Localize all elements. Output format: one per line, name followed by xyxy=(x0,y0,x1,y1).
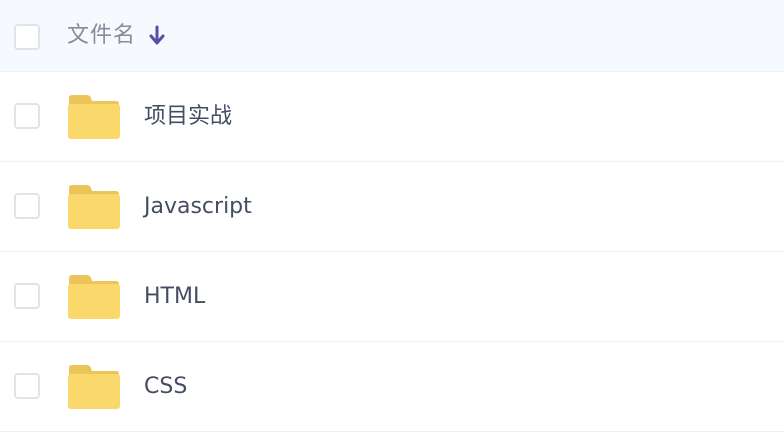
row-checkbox[interactable] xyxy=(14,373,40,399)
arrow-down-icon[interactable] xyxy=(148,24,166,48)
list-item[interactable]: Javascript xyxy=(0,162,784,252)
file-name[interactable]: CSS xyxy=(144,371,187,403)
list-item[interactable]: HTML xyxy=(0,252,784,342)
list-item[interactable]: 项目实战 xyxy=(0,72,784,162)
filename-column-header[interactable]: 文件名 xyxy=(67,21,136,51)
row-checkbox[interactable] xyxy=(14,283,40,309)
folder-icon xyxy=(68,185,120,229)
file-list-header: 文件名 xyxy=(0,0,784,72)
folder-icon xyxy=(68,275,120,319)
file-list: 文件名 项目实战 Javascript HTML CSS xyxy=(0,0,784,442)
file-name[interactable]: 项目实战 xyxy=(144,101,232,133)
folder-icon xyxy=(68,365,120,409)
folder-icon xyxy=(68,95,120,139)
row-checkbox[interactable] xyxy=(14,193,40,219)
select-all-checkbox[interactable] xyxy=(14,24,40,50)
file-name[interactable]: HTML xyxy=(144,281,205,313)
file-name[interactable]: Javascript xyxy=(144,191,252,223)
list-item[interactable]: CSS xyxy=(0,342,784,432)
row-checkbox[interactable] xyxy=(14,103,40,129)
